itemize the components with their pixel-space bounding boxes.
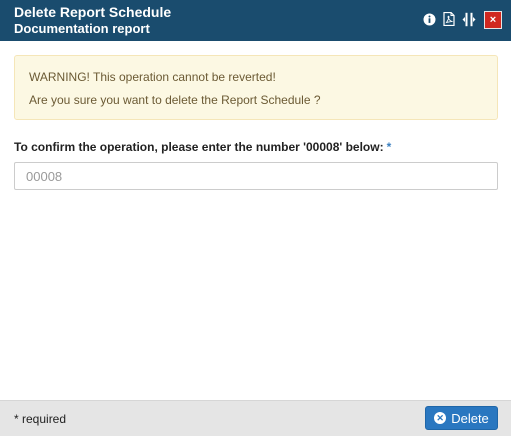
pdf-icon[interactable]: [441, 11, 457, 27]
warning-question: Are you sure you want to delete the Repo…: [29, 93, 321, 107]
remove-circle-icon: ✕: [434, 412, 447, 424]
required-marker: *: [386, 140, 392, 154]
dialog-header: Delete Report Schedule Documentation rep…: [0, 0, 511, 41]
resize-icon[interactable]: [461, 11, 477, 27]
warning-text: WARNING! This operation cannot be revert…: [29, 70, 276, 84]
required-note: * required: [14, 412, 67, 426]
delete-button[interactable]: ✕ Delete: [425, 406, 498, 430]
dialog-subtitle: Documentation report: [14, 21, 150, 36]
warning-alert: WARNING! This operation cannot be revert…: [14, 55, 498, 120]
close-button[interactable]: ×: [484, 11, 502, 29]
confirm-label: To confirm the operation, please enter t…: [14, 140, 391, 154]
info-icon[interactable]: [421, 11, 437, 27]
delete-report-schedule-dialog: Delete Report Schedule Documentation rep…: [0, 0, 511, 436]
dialog-title: Delete Report Schedule: [14, 4, 172, 20]
confirm-number-input[interactable]: [14, 162, 498, 190]
confirm-label-text: To confirm the operation, please enter t…: [14, 140, 384, 154]
delete-button-label: Delete: [451, 410, 489, 426]
dialog-footer: * required ✕ Delete: [0, 400, 511, 436]
